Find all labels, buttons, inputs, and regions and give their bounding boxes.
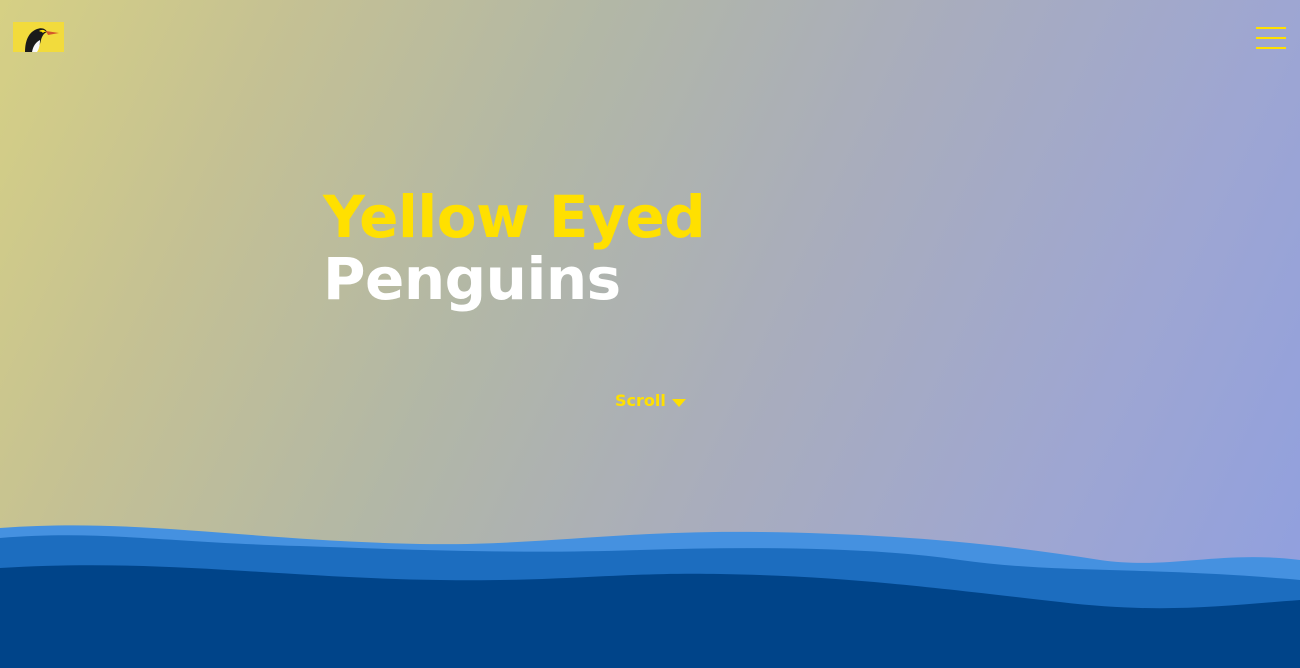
menu-bar-bottom xyxy=(1256,47,1286,49)
hero-title: Yellow Eyed Penguins xyxy=(323,183,706,313)
hamburger-menu-icon xyxy=(1256,27,1286,29)
hero-title-line2: Penguins xyxy=(323,245,621,313)
menu-bar-middle xyxy=(1256,37,1286,39)
penguin-logo[interactable] xyxy=(13,22,64,52)
hamburger-menu-button[interactable] xyxy=(1253,25,1287,51)
hero-title-line1: Yellow Eyed xyxy=(323,183,706,251)
scroll-button[interactable]: Scroll xyxy=(615,390,686,412)
ocean-waves xyxy=(0,520,1300,668)
scroll-label: Scroll xyxy=(615,391,666,410)
caret-down-icon xyxy=(671,399,686,407)
penguin-icon xyxy=(13,22,64,52)
